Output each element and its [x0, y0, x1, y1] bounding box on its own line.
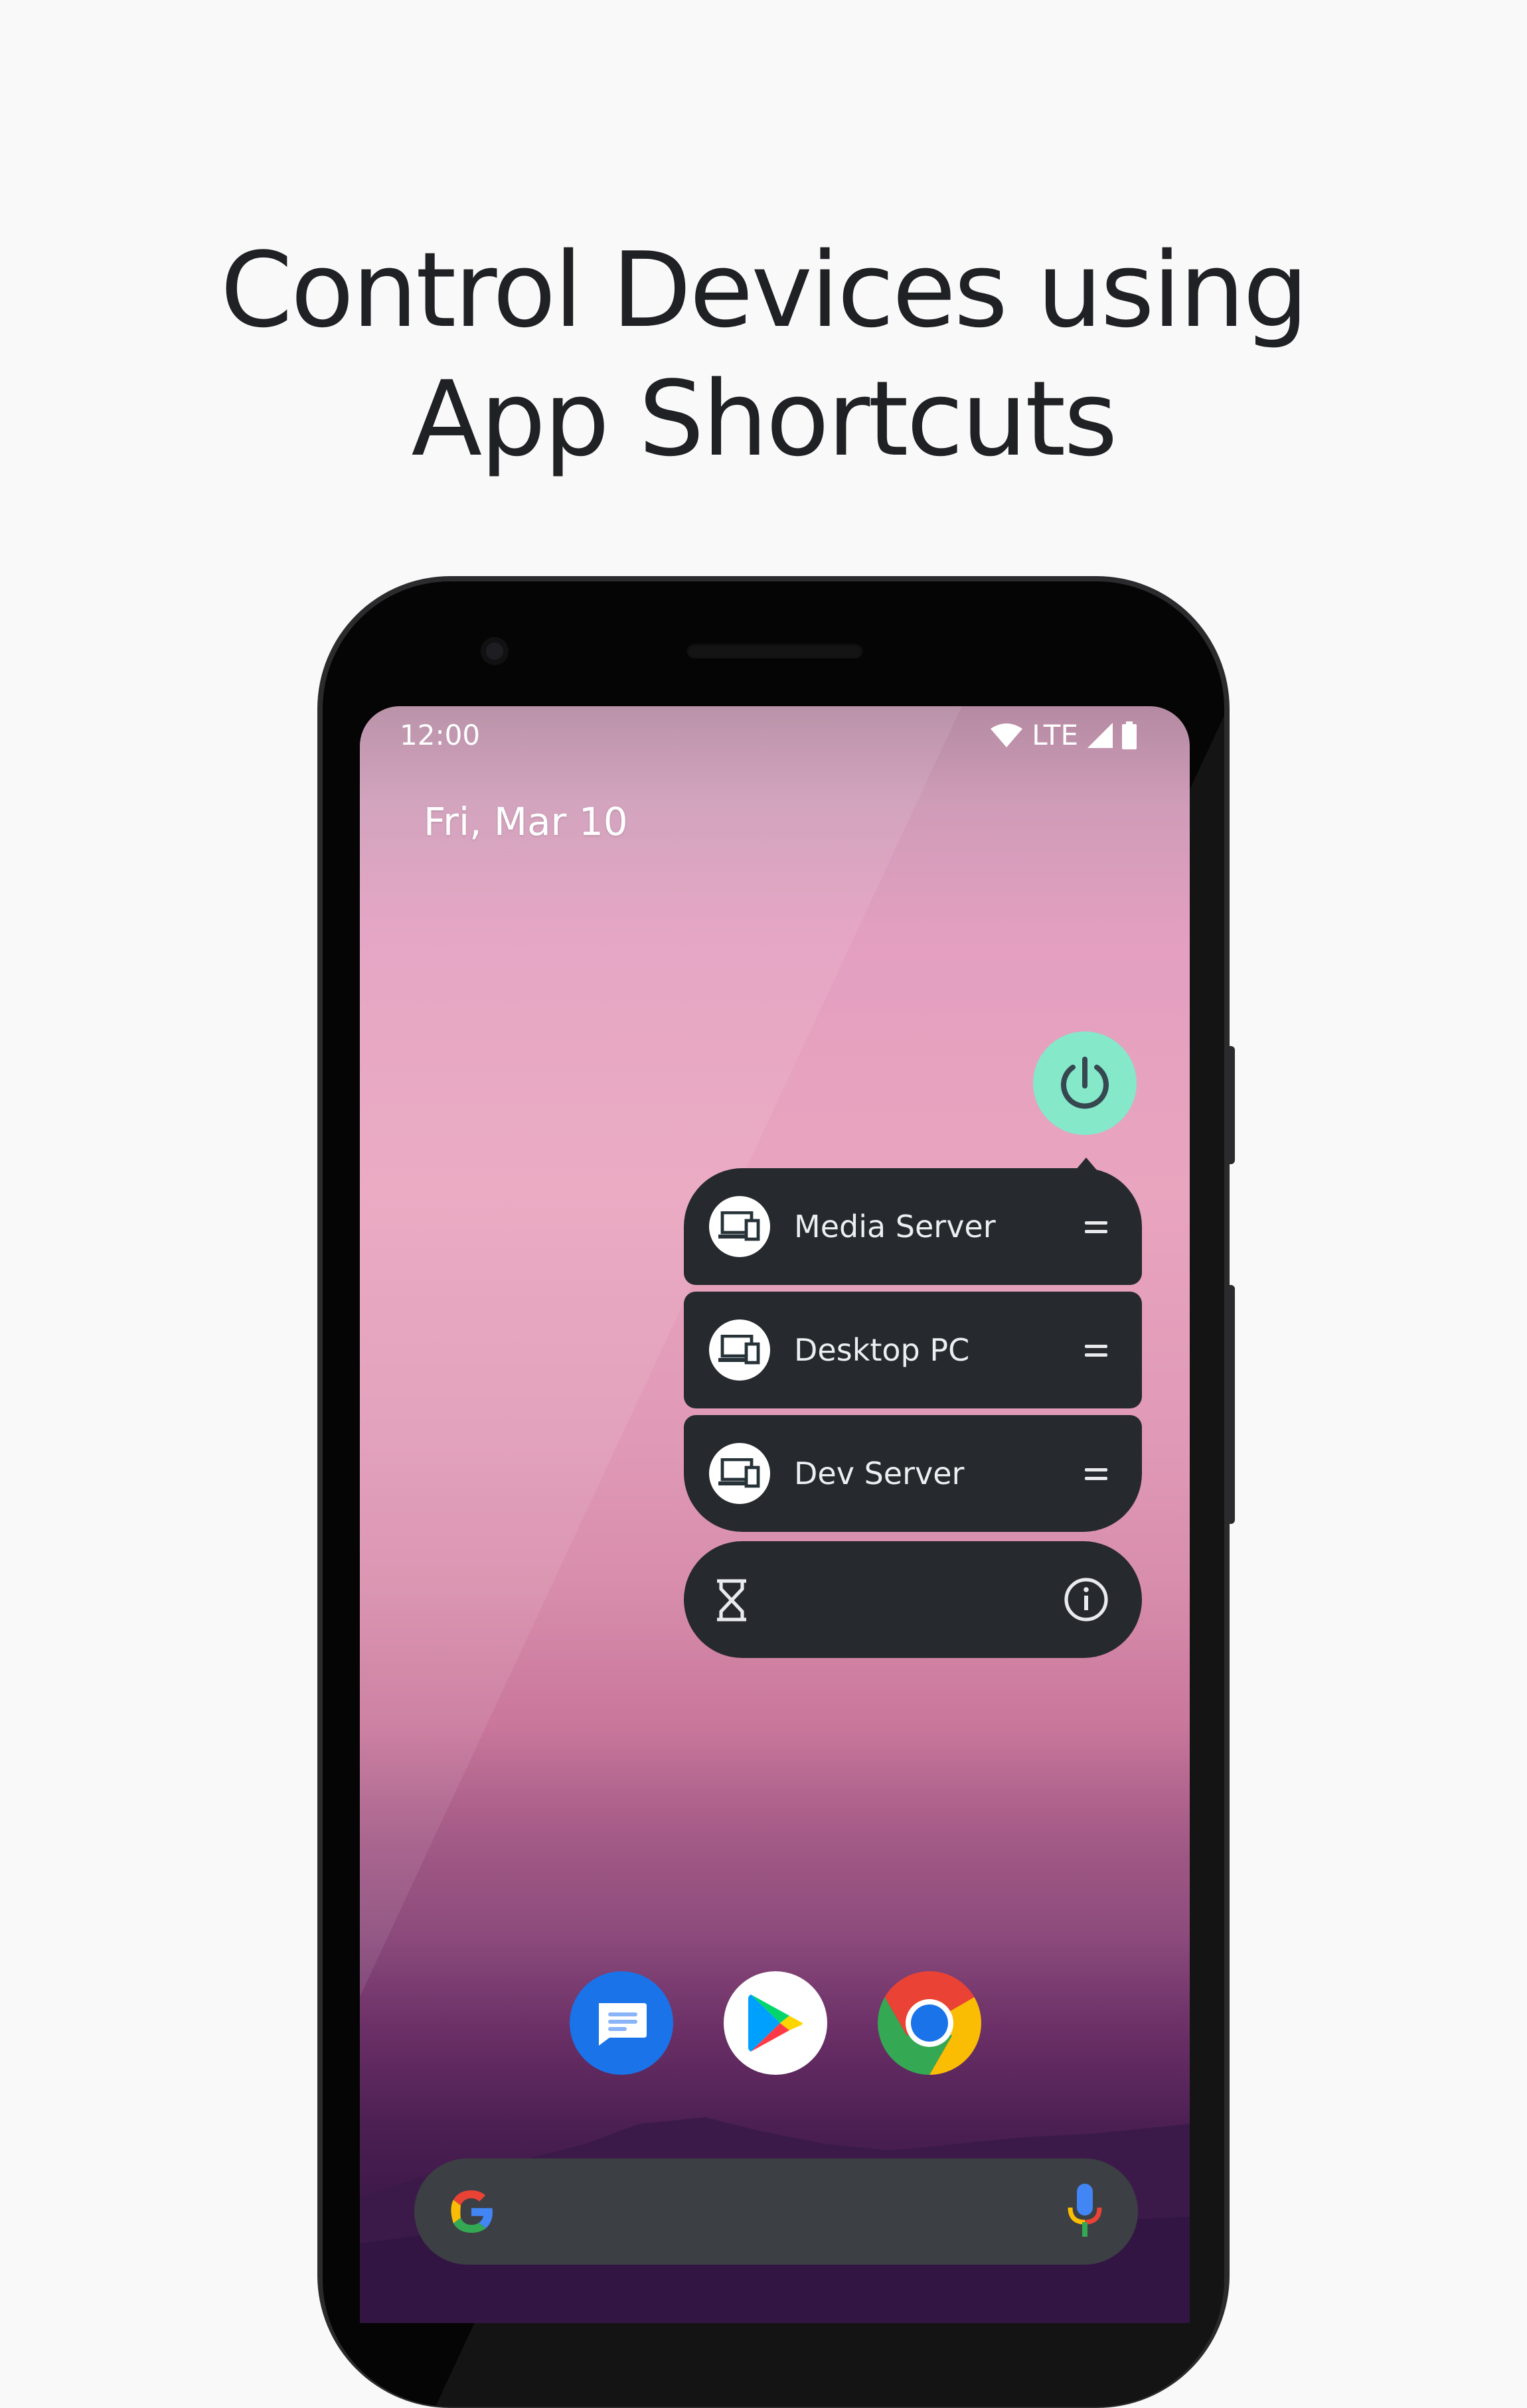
shortcut-desktop-pc[interactable]: Desktop PC: [684, 1292, 1142, 1408]
home-date: Fri, Mar 10: [424, 799, 628, 844]
earpiece-speaker: [686, 642, 863, 658]
drag-handle-icon[interactable]: [1085, 1339, 1107, 1361]
headline: Control Devices using App Shortcuts: [0, 226, 1527, 483]
google-g-icon: [451, 2190, 493, 2233]
front-camera: [481, 637, 509, 665]
mic-icon[interactable]: [1066, 2181, 1103, 2242]
info-icon[interactable]: [1064, 1577, 1109, 1622]
network-type: LTE: [1032, 719, 1078, 751]
status-icons: LTE: [991, 709, 1137, 762]
headline-line-1: Control Devices using: [220, 230, 1309, 350]
phone-screen: 12:00 LTE Fri, Mar 10 Media Server Deskt…: [360, 706, 1190, 2323]
google-search-bar[interactable]: [414, 2158, 1138, 2265]
devices-icon: [709, 1196, 770, 1257]
play-store-icon[interactable]: [724, 1971, 827, 2075]
messages-icon[interactable]: [570, 1971, 673, 2075]
devices-icon: [709, 1319, 770, 1381]
battery-icon: [1122, 721, 1137, 749]
wifi-icon: [991, 723, 1023, 747]
devices-icon: [709, 1443, 770, 1504]
shortcut-label: Dev Server: [794, 1456, 965, 1491]
status-time: 12:00: [400, 719, 481, 751]
app-launcher-icon[interactable]: [1033, 1031, 1137, 1135]
popup-system-shortcuts: [684, 1541, 1142, 1658]
cell-signal-icon: [1087, 723, 1113, 748]
chrome-icon[interactable]: [878, 1971, 981, 2075]
drag-handle-icon[interactable]: [1085, 1216, 1107, 1237]
shortcut-label: Media Server: [794, 1209, 996, 1244]
shortcut-media-server[interactable]: Media Server: [684, 1168, 1142, 1285]
headline-line-2: App Shortcuts: [411, 358, 1117, 479]
hourglass-icon[interactable]: [712, 1578, 752, 1622]
power-icon: [1061, 1057, 1109, 1109]
shortcut-label: Desktop PC: [794, 1332, 970, 1368]
shortcut-dev-server[interactable]: Dev Server: [684, 1415, 1142, 1532]
drag-handle-icon[interactable]: [1085, 1463, 1107, 1484]
